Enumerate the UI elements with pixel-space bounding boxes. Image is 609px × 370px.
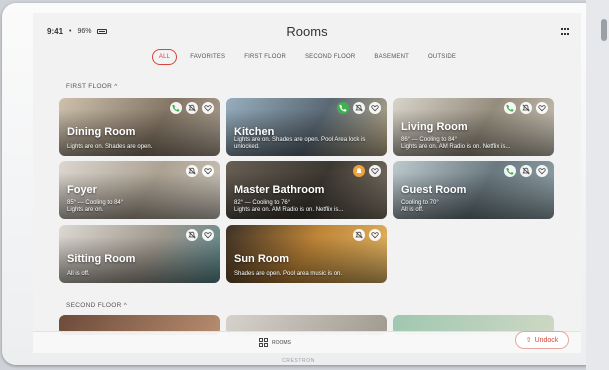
filter-second-floor[interactable]: SECOND FLOOR <box>299 50 361 64</box>
room-card-kitchen[interactable]: Kitchen Lights are on. Shades are open. … <box>226 98 387 156</box>
bell-muted-icon[interactable] <box>186 229 198 241</box>
room-name: Sun Room <box>234 253 289 265</box>
room-name: Sitting Room <box>67 253 136 265</box>
room-status: 86° — Cooling to 84° Lights are on. AM R… <box>401 137 511 150</box>
room-status: Cooling to 70° All is off. <box>401 200 439 213</box>
bell-muted-icon[interactable] <box>353 102 365 114</box>
heart-icon[interactable] <box>536 102 548 114</box>
heart-icon[interactable] <box>536 165 548 177</box>
room-card-sitting-room[interactable]: Sitting Room All is off. <box>59 225 220 283</box>
heart-icon[interactable] <box>369 229 381 241</box>
phone-icon[interactable] <box>504 102 516 114</box>
phone-green-icon[interactable] <box>337 102 349 114</box>
undock-label: Undock <box>534 336 559 344</box>
upload-icon: ⇧ <box>525 337 532 344</box>
bell-orange-icon[interactable] <box>353 165 365 177</box>
bell-muted-icon[interactable] <box>520 102 532 114</box>
apps-grid-icon[interactable] <box>561 28 571 36</box>
room-card-guest-room[interactable]: Guest Room Cooling to 70° All is off. <box>393 161 554 219</box>
heart-icon[interactable] <box>369 102 381 114</box>
brand-logo: CRESTRON <box>282 358 315 364</box>
bell-muted-icon[interactable] <box>353 229 365 241</box>
filter-favorites[interactable]: FAVORITES <box>184 50 231 64</box>
heart-icon[interactable] <box>369 165 381 177</box>
room-card-dining-room[interactable]: Dining Room Lights are on. Shades are op… <box>59 98 220 156</box>
rooms-grid-icon <box>259 338 268 347</box>
page-title: Rooms <box>286 24 328 39</box>
filter-outside[interactable]: OUTSIDE <box>422 50 462 64</box>
room-status: All is off. <box>67 271 90 277</box>
room-card-sun-room[interactable]: Sun Room Shades are open. Pool area musi… <box>226 225 387 283</box>
bell-muted-icon[interactable] <box>186 165 198 177</box>
filter-all[interactable]: ALL <box>151 49 178 65</box>
phone-icon[interactable] <box>504 165 516 177</box>
room-status: 85° — Cooling to 84° Lights are on. <box>67 200 124 213</box>
section-first-floor[interactable]: FIRST FLOOR ^ <box>66 83 118 90</box>
room-name: Foyer <box>67 184 97 196</box>
heart-icon[interactable] <box>202 102 214 114</box>
room-status: Lights are on. Shades are open. Pool Are… <box>234 137 366 150</box>
room-name: Master Bathroom <box>234 184 325 196</box>
filter-basement[interactable]: BASEMENT <box>368 50 415 64</box>
room-status: 82° — Cooling to 76° Lights are on. AM R… <box>234 200 344 213</box>
rooms-tab[interactable]: ROOMS <box>259 338 291 347</box>
room-card-foyer[interactable]: Foyer 85° — Cooling to 84° Lights are on… <box>59 161 220 219</box>
screen: 9:41 • 96% Rooms ALL FAVORITES FIRST FLO… <box>33 13 581 353</box>
room-status: Lights are on. Shades are open. <box>67 144 153 150</box>
right-rail <box>586 0 609 370</box>
room-name: Dining Room <box>67 126 136 138</box>
room-name: Guest Room <box>401 184 467 196</box>
heart-icon[interactable] <box>202 229 214 241</box>
bottom-nav: ROOMS <box>33 331 581 353</box>
room-card-master-bathroom[interactable]: Master Bathroom 82° — Cooling to 76° Lig… <box>226 161 387 219</box>
filter-bar: ALL FAVORITES FIRST FLOOR SECOND FLOOR B… <box>33 49 581 65</box>
room-card-living-room[interactable]: Living Room 86° — Cooling to 84° Lights … <box>393 98 554 156</box>
heart-icon[interactable] <box>202 165 214 177</box>
bell-muted-icon[interactable] <box>186 102 198 114</box>
undock-button[interactable]: ⇧ Undock <box>515 331 569 349</box>
filter-first-floor[interactable]: FIRST FLOOR <box>238 50 292 64</box>
room-status: Shades are open. Pool area music is on. <box>234 271 343 277</box>
scrollbar-thumb[interactable] <box>601 19 607 41</box>
section-second-floor[interactable]: SECOND FLOOR ^ <box>66 302 127 309</box>
bell-muted-icon[interactable] <box>520 165 532 177</box>
rooms-tab-label: ROOMS <box>272 339 291 346</box>
room-name: Living Room <box>401 121 468 133</box>
phone-icon[interactable] <box>170 102 182 114</box>
